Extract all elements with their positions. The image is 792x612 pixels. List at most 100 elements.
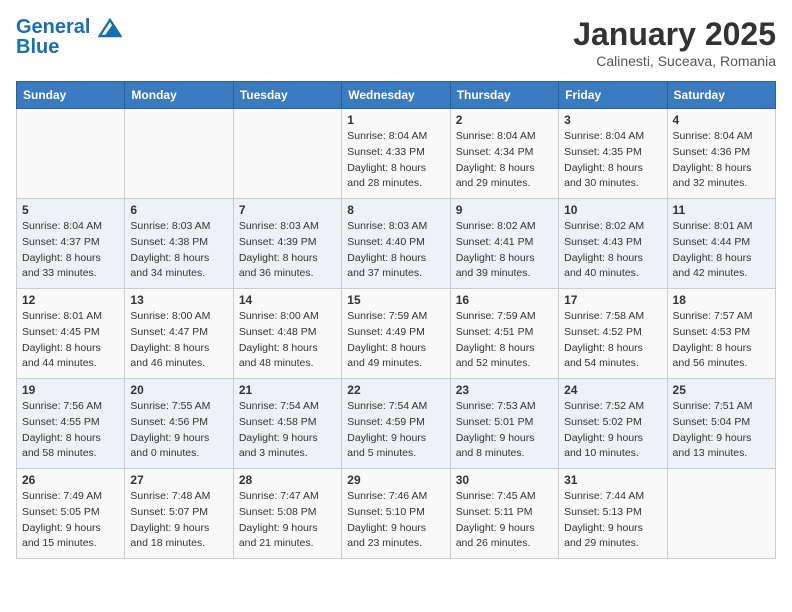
weekday-header: Monday [125,82,233,109]
day-info: Sunrise: 7:54 AM Sunset: 4:58 PM Dayligh… [239,399,336,462]
day-number: 21 [239,383,336,397]
calendar-cell: 1Sunrise: 8:04 AM Sunset: 4:33 PM Daylig… [342,109,450,199]
weekday-header: Sunday [17,82,125,109]
calendar-cell: 5Sunrise: 8:04 AM Sunset: 4:37 PM Daylig… [17,199,125,289]
day-info: Sunrise: 7:48 AM Sunset: 5:07 PM Dayligh… [130,489,227,552]
day-number: 25 [673,383,770,397]
calendar-cell: 26Sunrise: 7:49 AM Sunset: 5:05 PM Dayli… [17,469,125,559]
day-info: Sunrise: 8:03 AM Sunset: 4:38 PM Dayligh… [130,219,227,282]
calendar-cell: 4 Sunrise: 8:04 AM Sunset: 4:36 PM Daylig… [667,109,775,199]
calendar-cell: 27 Sunrise: 7:48 AM Sunset: 5:07 PM Dayli… [125,469,233,559]
day-number: 10 [564,203,661,217]
calendar-cell: 29 Sunrise: 7:46 AM Sunset: 5:10 PM Dayli… [342,469,450,559]
calendar-cell: 30 Sunrise: 7:45 AM Sunset: 5:11 PM Dayli… [450,469,558,559]
day-number: 1 [347,113,444,127]
day-info: Sunrise: 7:45 AM Sunset: 5:11 PM Dayligh… [456,489,553,552]
day-info: Sunrise: 7:53 AM Sunset: 5:01 PM Dayligh… [456,399,553,462]
day-number: 2 [456,113,553,127]
calendar-cell: 11Sunrise: 8:01 AM Sunset: 4:44 PM Dayli… [667,199,775,289]
calendar-cell: 3 Sunrise: 8:04 AM Sunset: 4:35 PM Daylig… [559,109,667,199]
day-info: Sunrise: 8:02 AM Sunset: 4:41 PM Dayligh… [456,219,553,282]
calendar-header: SundayMondayTuesdayWednesdayThursdayFrid… [17,82,776,109]
calendar-table: SundayMondayTuesdayWednesdayThursdayFrid… [16,81,776,559]
weekday-row: SundayMondayTuesdayWednesdayThursdayFrid… [17,82,776,109]
weekday-header: Saturday [667,82,775,109]
day-number: 30 [456,473,553,487]
day-info: Sunrise: 7:56 AM Sunset: 4:55 PM Dayligh… [22,399,119,462]
day-info: Sunrise: 7:57 AM Sunset: 4:53 PM Dayligh… [673,309,770,372]
calendar-cell: 22 Sunrise: 7:54 AM Sunset: 4:59 PM Dayli… [342,379,450,469]
calendar-cell: 17 Sunrise: 7:58 AM Sunset: 4:52 PM Dayli… [559,289,667,379]
day-info: Sunrise: 8:00 AM Sunset: 4:48 PM Dayligh… [239,309,336,372]
calendar-cell [125,109,233,199]
day-number: 6 [130,203,227,217]
day-number: 15 [347,293,444,307]
calendar-cell: 10 Sunrise: 8:02 AM Sunset: 4:43 PM Dayli… [559,199,667,289]
logo-text: General [16,16,122,38]
day-info: Sunrise: 7:55 AM Sunset: 4:56 PM Dayligh… [130,399,227,462]
day-info: Sunrise: 7:54 AM Sunset: 4:59 PM Dayligh… [347,399,444,462]
calendar-week-row: 1Sunrise: 8:04 AM Sunset: 4:33 PM Daylig… [17,109,776,199]
day-number: 22 [347,383,444,397]
day-number: 14 [239,293,336,307]
day-info: Sunrise: 8:04 AM Sunset: 4:35 PM Dayligh… [564,129,661,192]
day-info: Sunrise: 7:46 AM Sunset: 5:10 PM Dayligh… [347,489,444,552]
day-info: Sunrise: 8:01 AM Sunset: 4:45 PM Dayligh… [22,309,119,372]
calendar-week-row: 26Sunrise: 7:49 AM Sunset: 5:05 PM Dayli… [17,469,776,559]
day-info: Sunrise: 8:04 AM Sunset: 4:34 PM Dayligh… [456,129,553,192]
calendar-cell: 25Sunrise: 7:51 AM Sunset: 5:04 PM Dayli… [667,379,775,469]
calendar-subtitle: Calinesti, Suceava, Romania [573,53,776,69]
calendar-cell: 19Sunrise: 7:56 AM Sunset: 4:55 PM Dayli… [17,379,125,469]
calendar-cell: 7Sunrise: 8:03 AM Sunset: 4:39 PM Daylig… [233,199,341,289]
day-number: 13 [130,293,227,307]
calendar-week-row: 19Sunrise: 7:56 AM Sunset: 4:55 PM Dayli… [17,379,776,469]
weekday-header: Friday [559,82,667,109]
calendar-cell: 13Sunrise: 8:00 AM Sunset: 4:47 PM Dayli… [125,289,233,379]
day-info: Sunrise: 7:49 AM Sunset: 5:05 PM Dayligh… [22,489,119,552]
calendar-cell: 9Sunrise: 8:02 AM Sunset: 4:41 PM Daylig… [450,199,558,289]
calendar-cell: 21 Sunrise: 7:54 AM Sunset: 4:58 PM Dayli… [233,379,341,469]
day-info: Sunrise: 7:59 AM Sunset: 4:51 PM Dayligh… [456,309,553,372]
day-number: 17 [564,293,661,307]
day-info: Sunrise: 8:04 AM Sunset: 4:36 PM Dayligh… [673,129,770,192]
calendar-cell: 24Sunrise: 7:52 AM Sunset: 5:02 PM Dayli… [559,379,667,469]
day-info: Sunrise: 8:03 AM Sunset: 4:40 PM Dayligh… [347,219,444,282]
day-number: 8 [347,203,444,217]
calendar-cell: 16 Sunrise: 7:59 AM Sunset: 4:51 PM Dayli… [450,289,558,379]
day-number: 4 [673,113,770,127]
day-number: 16 [456,293,553,307]
day-number: 31 [564,473,661,487]
day-number: 11 [673,203,770,217]
day-number: 29 [347,473,444,487]
day-number: 24 [564,383,661,397]
day-number: 23 [456,383,553,397]
day-number: 27 [130,473,227,487]
weekday-header: Thursday [450,82,558,109]
day-number: 3 [564,113,661,127]
calendar-cell: 28Sunrise: 7:47 AM Sunset: 5:08 PM Dayli… [233,469,341,559]
calendar-cell: 31Sunrise: 7:44 AM Sunset: 5:13 PM Dayli… [559,469,667,559]
calendar-week-row: 12 Sunrise: 8:01 AM Sunset: 4:45 PM Dayli… [17,289,776,379]
day-info: Sunrise: 7:58 AM Sunset: 4:52 PM Dayligh… [564,309,661,372]
day-number: 18 [673,293,770,307]
calendar-cell: 15 Sunrise: 7:59 AM Sunset: 4:49 PM Dayli… [342,289,450,379]
calendar-cell: 6 Sunrise: 8:03 AM Sunset: 4:38 PM Daylig… [125,199,233,289]
logo: General Blue [16,16,122,58]
logo-icon [98,18,122,38]
day-info: Sunrise: 8:02 AM Sunset: 4:43 PM Dayligh… [564,219,661,282]
logo-blue: Blue [16,36,122,58]
calendar-cell: 12 Sunrise: 8:01 AM Sunset: 4:45 PM Dayli… [17,289,125,379]
calendar-cell: 18 Sunrise: 7:57 AM Sunset: 4:53 PM Dayli… [667,289,775,379]
title-block: January 2025 Calinesti, Suceava, Romania [573,16,776,69]
logo-general: General [16,16,90,38]
day-info: Sunrise: 8:04 AM Sunset: 4:37 PM Dayligh… [22,219,119,282]
calendar-cell [667,469,775,559]
day-info: Sunrise: 7:59 AM Sunset: 4:49 PM Dayligh… [347,309,444,372]
day-number: 28 [239,473,336,487]
day-info: Sunrise: 8:03 AM Sunset: 4:39 PM Dayligh… [239,219,336,282]
calendar-title: January 2025 [573,16,776,53]
day-number: 12 [22,293,119,307]
calendar-body: 1Sunrise: 8:04 AM Sunset: 4:33 PM Daylig… [17,109,776,559]
calendar-cell: 20Sunrise: 7:55 AM Sunset: 4:56 PM Dayli… [125,379,233,469]
weekday-header: Wednesday [342,82,450,109]
